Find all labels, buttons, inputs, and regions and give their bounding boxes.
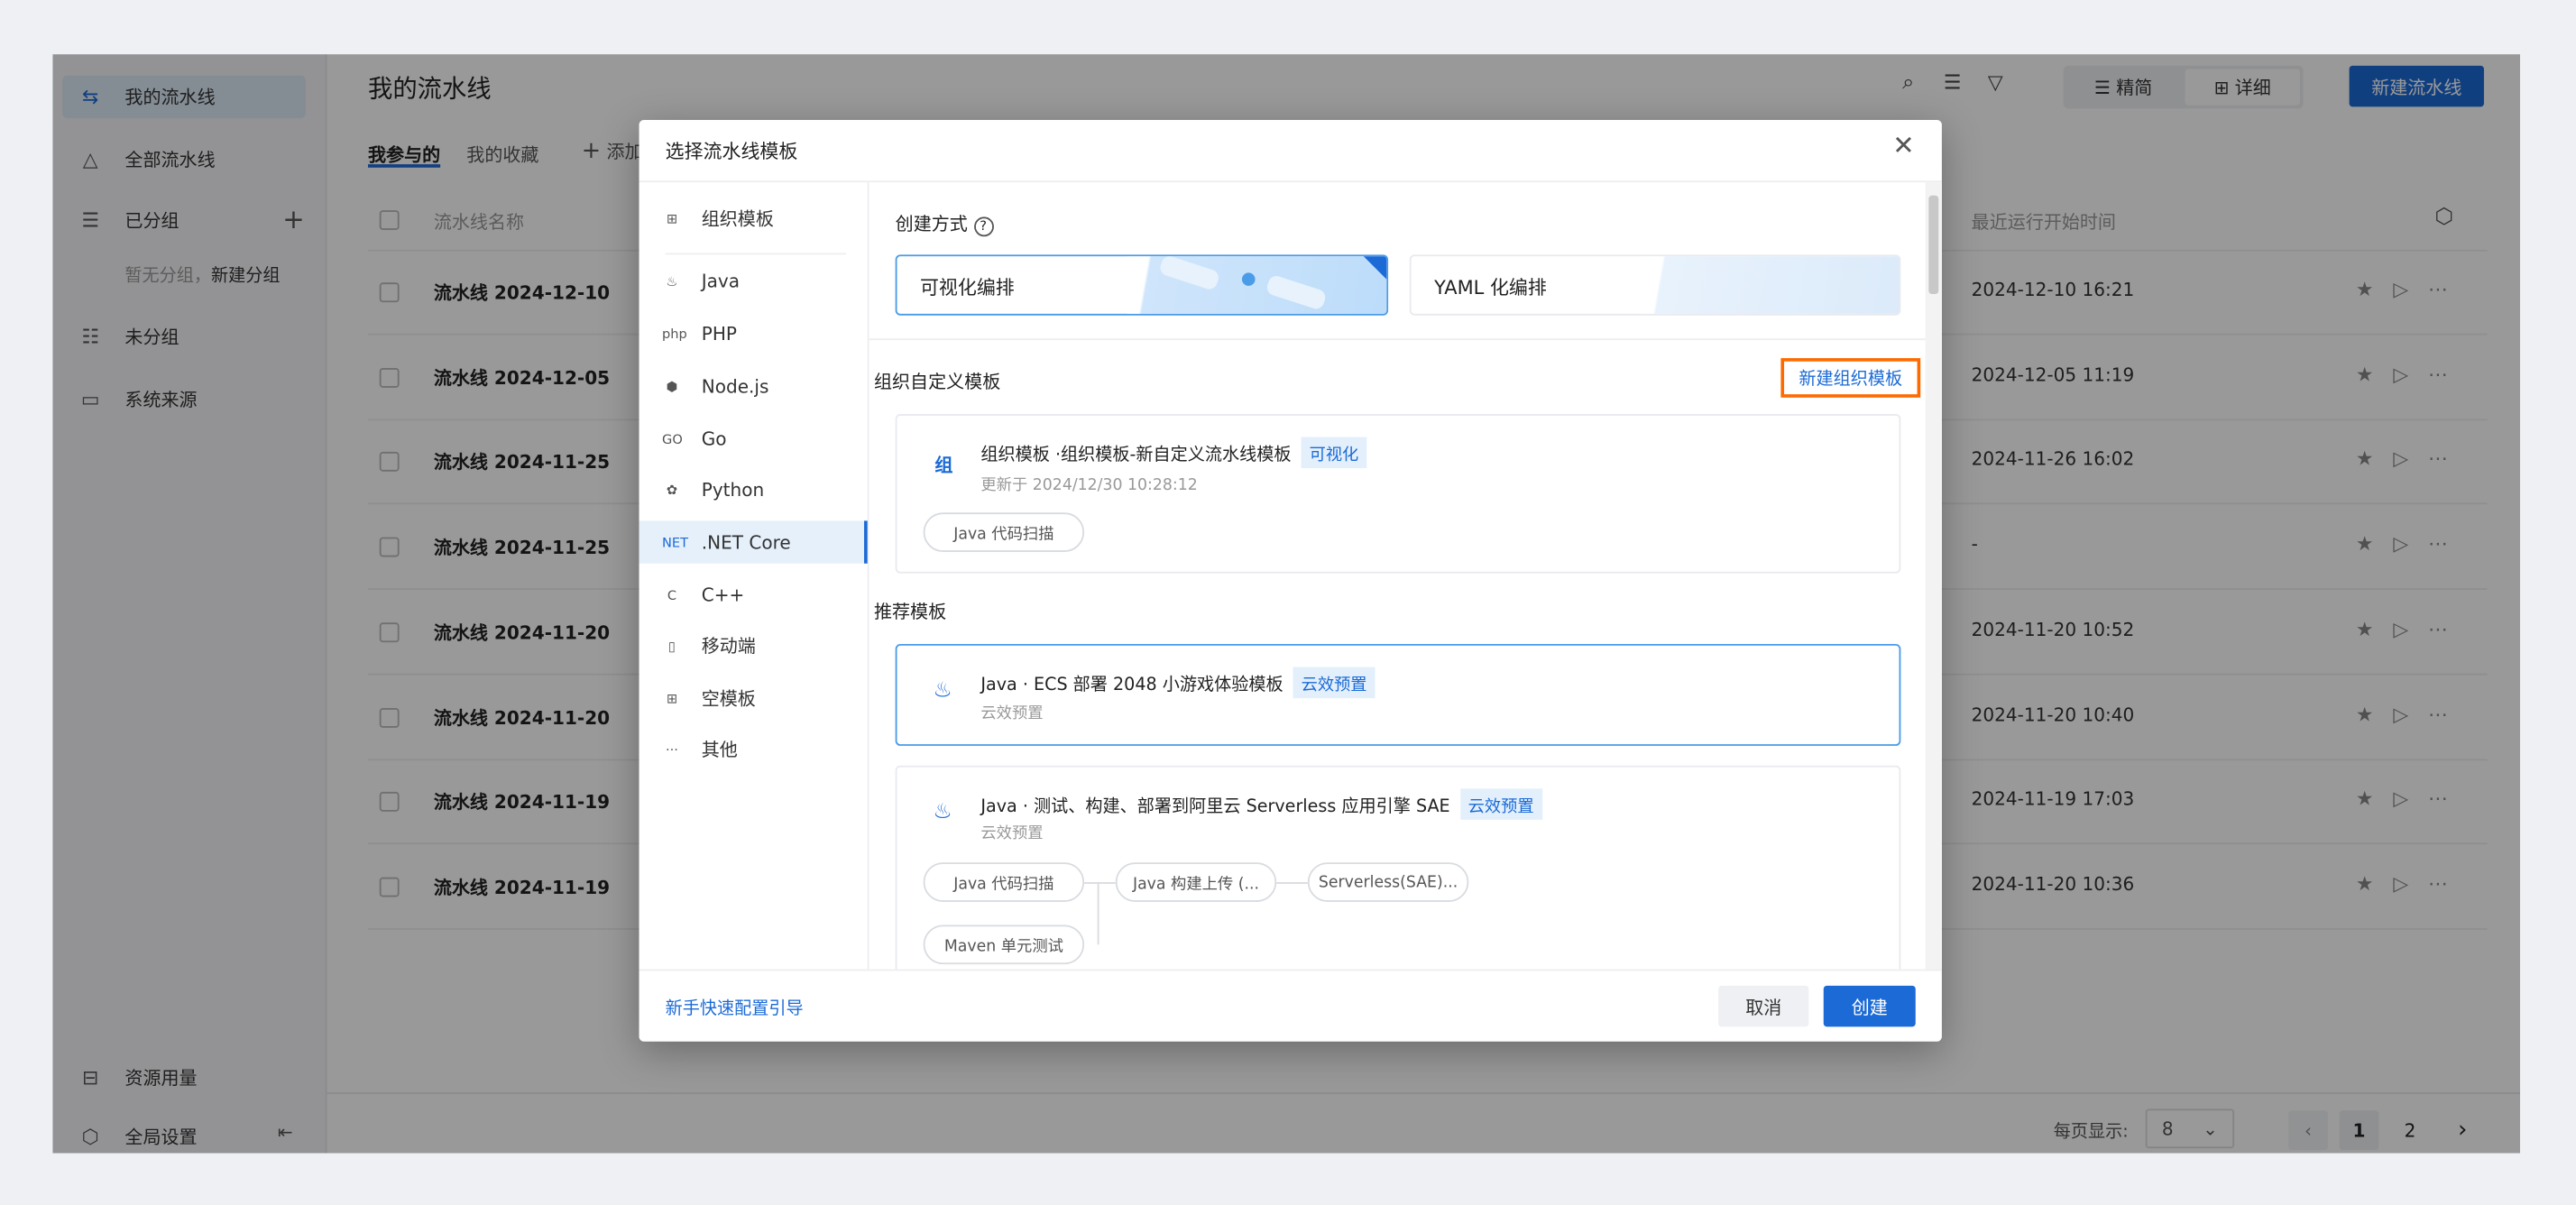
- mode-yaml-card[interactable]: YAML 化编排: [1409, 254, 1901, 316]
- scrollbar-thumb[interactable]: [1928, 195, 1939, 295]
- nav-item[interactable]: GO Go: [639, 418, 868, 460]
- create-mode-label: 创建方式 ?: [895, 210, 994, 237]
- nav-item-label: Java: [701, 270, 741, 292]
- connector: [1097, 882, 1099, 945]
- dialog-title: 选择流水线模板: [665, 139, 798, 163]
- nav-item[interactable]: NET .NET Core: [639, 520, 868, 564]
- create-button[interactable]: 创建: [1823, 985, 1916, 1027]
- nav-item[interactable]: php PHP: [639, 312, 868, 354]
- dotnet-icon: NET: [662, 534, 689, 550]
- nav-item-label: Node.js: [701, 375, 769, 397]
- template-tag: 可视化: [1301, 437, 1367, 469]
- java-icon: ♨: [666, 273, 678, 289]
- org-badge-icon: 组: [934, 455, 953, 477]
- nav-item[interactable]: ⊞ 空模板: [639, 676, 868, 719]
- nav-item[interactable]: ⊞ 组织模板: [639, 198, 868, 240]
- recommended-template-card[interactable]: ♨ Java · ECS 部署 2048 小游戏体验模板 云效预置 云效预置: [895, 643, 1901, 746]
- nav-item-label: PHP: [701, 322, 737, 345]
- php-icon: php: [662, 326, 687, 341]
- selected-check-icon: [1363, 256, 1387, 283]
- yaml-illustration: [1641, 256, 1900, 314]
- template-source: 云效预置: [980, 824, 1044, 843]
- cpp-icon: C: [667, 587, 677, 602]
- recommended-template-card[interactable]: ♨ Java · 测试、构建、部署到阿里云 Serverless 应用引擎 SA…: [895, 765, 1901, 970]
- connector: [1276, 882, 1308, 884]
- nav-item[interactable]: C C++: [639, 574, 868, 616]
- nav-item-label: 其他: [701, 739, 738, 761]
- stage-chip: Java 代码扫描: [923, 512, 1085, 552]
- template-title: Java · ECS 部署 2048 小游戏体验模板 云效预置: [980, 667, 1375, 699]
- mode-visual-card[interactable]: 可视化编排: [895, 254, 1389, 316]
- template-dialog: 选择流水线模板 ✕ ⊞ 组织模板 ♨ Java php PHP ⬢ Node.js GO Go ✿ P…: [639, 119, 1942, 1042]
- template-title-text: Java · ECS 部署 2048 小游戏体验模板: [980, 675, 1283, 695]
- nav-item[interactable]: ✿ Python: [639, 468, 868, 511]
- org-template-title-text: 组织模板 ·组织模板-新自定义流水线模板: [980, 445, 1292, 465]
- org-template-title: 组织模板 ·组织模板-新自定义流水线模板 可视化: [980, 437, 1367, 469]
- nav-item-label: 移动端: [701, 635, 756, 658]
- nav-item[interactable]: ♨ Java: [639, 260, 868, 302]
- empty-template-icon: ⊞: [666, 690, 678, 706]
- scroll-clip: ♨ Java · 测试、构建、部署到阿里云 Serverless 应用引擎 SA…: [869, 750, 1926, 970]
- recommended-section-title: 推荐模板: [873, 601, 947, 623]
- nav-item-label: 组织模板: [701, 208, 774, 230]
- more-icon: ···: [665, 741, 678, 757]
- create-mode-text: 创建方式: [895, 213, 968, 235]
- nav-item-label: 空模板: [701, 688, 756, 710]
- nav-item[interactable]: ··· 其他: [639, 728, 868, 770]
- mobile-icon: ▯: [667, 638, 676, 654]
- footer-divider: [639, 969, 1942, 971]
- template-tag: 云效预置: [1293, 667, 1375, 699]
- scrollbar[interactable]: [1925, 182, 1942, 970]
- stage-chip: Java 构建上传 (...: [1115, 862, 1277, 902]
- org-template-card[interactable]: 组 组织模板 ·组织模板-新自定义流水线模板 可视化 更新于 2024/12/30…: [895, 413, 1901, 574]
- mode-visual-label: 可视化编排: [919, 275, 1015, 299]
- updated-time: 更新于 2024/12/30 10:28:12: [980, 476, 1198, 495]
- nav-item-label: C++: [701, 584, 745, 606]
- visual-illustration: [1127, 256, 1387, 314]
- java-icon: ♨: [933, 678, 952, 704]
- new-org-template-link[interactable]: 新建组织模板: [1780, 358, 1921, 398]
- nav-item-label: Go: [701, 428, 727, 450]
- go-icon: GO: [662, 431, 683, 446]
- template-title-text: Java · 测试、构建、部署到阿里云 Serverless 应用引擎 SAE: [980, 796, 1450, 817]
- connector: [1084, 882, 1116, 884]
- section-divider: [869, 338, 1926, 341]
- help-icon[interactable]: ?: [973, 216, 994, 237]
- nav-divider: [665, 253, 847, 255]
- cancel-button[interactable]: 取消: [1718, 985, 1809, 1027]
- nav-item-label: .NET Core: [701, 531, 791, 553]
- java-icon: ♨: [933, 800, 952, 825]
- stage-chip: Maven 单元测试: [923, 924, 1085, 965]
- nav-item[interactable]: ▯ 移动端: [639, 624, 868, 667]
- org-section-title: 组织自定义模板: [873, 371, 1001, 393]
- grid-icon: ⊞: [666, 211, 678, 226]
- nav-item-label: Python: [701, 478, 765, 501]
- nav-item[interactable]: ⬢ Node.js: [639, 364, 868, 407]
- stage-chip: Serverless(SAE)...: [1307, 862, 1469, 902]
- category-nav: ⊞ 组织模板 ♨ Java php PHP ⬢ Node.js GO Go ✿ Python NET .N…: [639, 182, 869, 970]
- stage: ⇆ 我的流水线 △ 全部流水线 ☰ 已分组 + 暂无分组，新建分组 ☷ 未分组 ▭ 系统来…: [0, 0, 2576, 1204]
- close-icon[interactable]: ✕: [1892, 130, 1914, 161]
- template-title: Java · 测试、构建、部署到阿里云 Serverless 应用引擎 SAE 云…: [980, 788, 1542, 820]
- template-tag: 云效预置: [1459, 788, 1542, 820]
- template-source: 云效预置: [980, 704, 1044, 723]
- stage-chip: Java 代码扫描: [923, 862, 1085, 902]
- nodejs-icon: ⬢: [666, 378, 678, 394]
- python-icon: ✿: [666, 482, 678, 497]
- quick-guide-link[interactable]: 新手快速配置引导: [666, 996, 804, 1020]
- mode-yaml-label: YAML 化编排: [1434, 275, 1547, 299]
